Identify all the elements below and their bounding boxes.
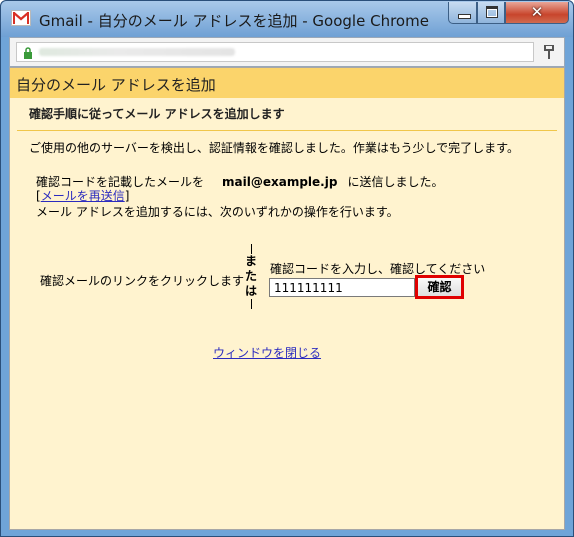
maximize-icon [486,6,498,18]
window-title: Gmail - 自分のメール アドレスを追加 - Google Chrome [39,12,429,30]
action-prompt: メール アドレスを追加するには、次のいずれかの操作を行います。 [36,205,399,219]
or-line-bottom [250,299,252,309]
minimize-icon [458,14,471,19]
or-char-1: ま [244,254,257,268]
url-field[interactable] [16,42,534,62]
resend-email-link[interactable]: メールを再送信 [41,189,125,203]
page-title: 自分のメール アドレスを追加 [16,76,216,94]
url-text-blurred [39,48,235,56]
browser-window: Gmail - 自分のメール アドレスを追加 - Google Chrome ✕… [0,0,574,537]
minimize-button[interactable] [448,2,477,24]
description-text: ご使用の他のサーバーを検出し、認証情報を確認しました。作業はもう少しで完了します… [29,141,519,155]
lock-icon [24,47,32,59]
gmail-icon [11,10,31,26]
dialog-content: 自分のメール アドレスを追加 確認手順に従ってメール アドレスを追加します ご使… [9,67,565,530]
or-char-2: た [244,269,257,283]
address-bar [9,37,565,67]
wrench-icon[interactable] [543,44,555,60]
title-bar[interactable]: Gmail - 自分のメール アドレスを追加 - Google Chrome ✕ [1,1,573,37]
instructions-heading: 確認手順に従ってメール アドレスを追加します [29,107,285,121]
sent-suffix: に送信しました。 [347,175,444,189]
or-separator: ま た は [241,244,261,309]
resend-bracket-close: ] [124,189,130,203]
close-icon: ✕ [530,3,544,21]
click-link-option: 確認メールのリンクをクリックします [40,274,245,288]
resend-line: [メールを再送信] [36,187,129,204]
sent-email: mail@example.jp [222,175,338,189]
close-window-link[interactable]: ウィンドウを閉じる [213,344,321,361]
maximize-button[interactable] [477,2,505,24]
header-bar: 自分のメール アドレスを追加 [10,68,564,98]
or-line-top [250,244,252,254]
verification-code-input[interactable] [269,278,415,297]
or-char-3: は [244,284,257,298]
close-window-button[interactable]: ✕ [505,2,569,24]
confirm-button[interactable]: 確認 [415,275,464,299]
